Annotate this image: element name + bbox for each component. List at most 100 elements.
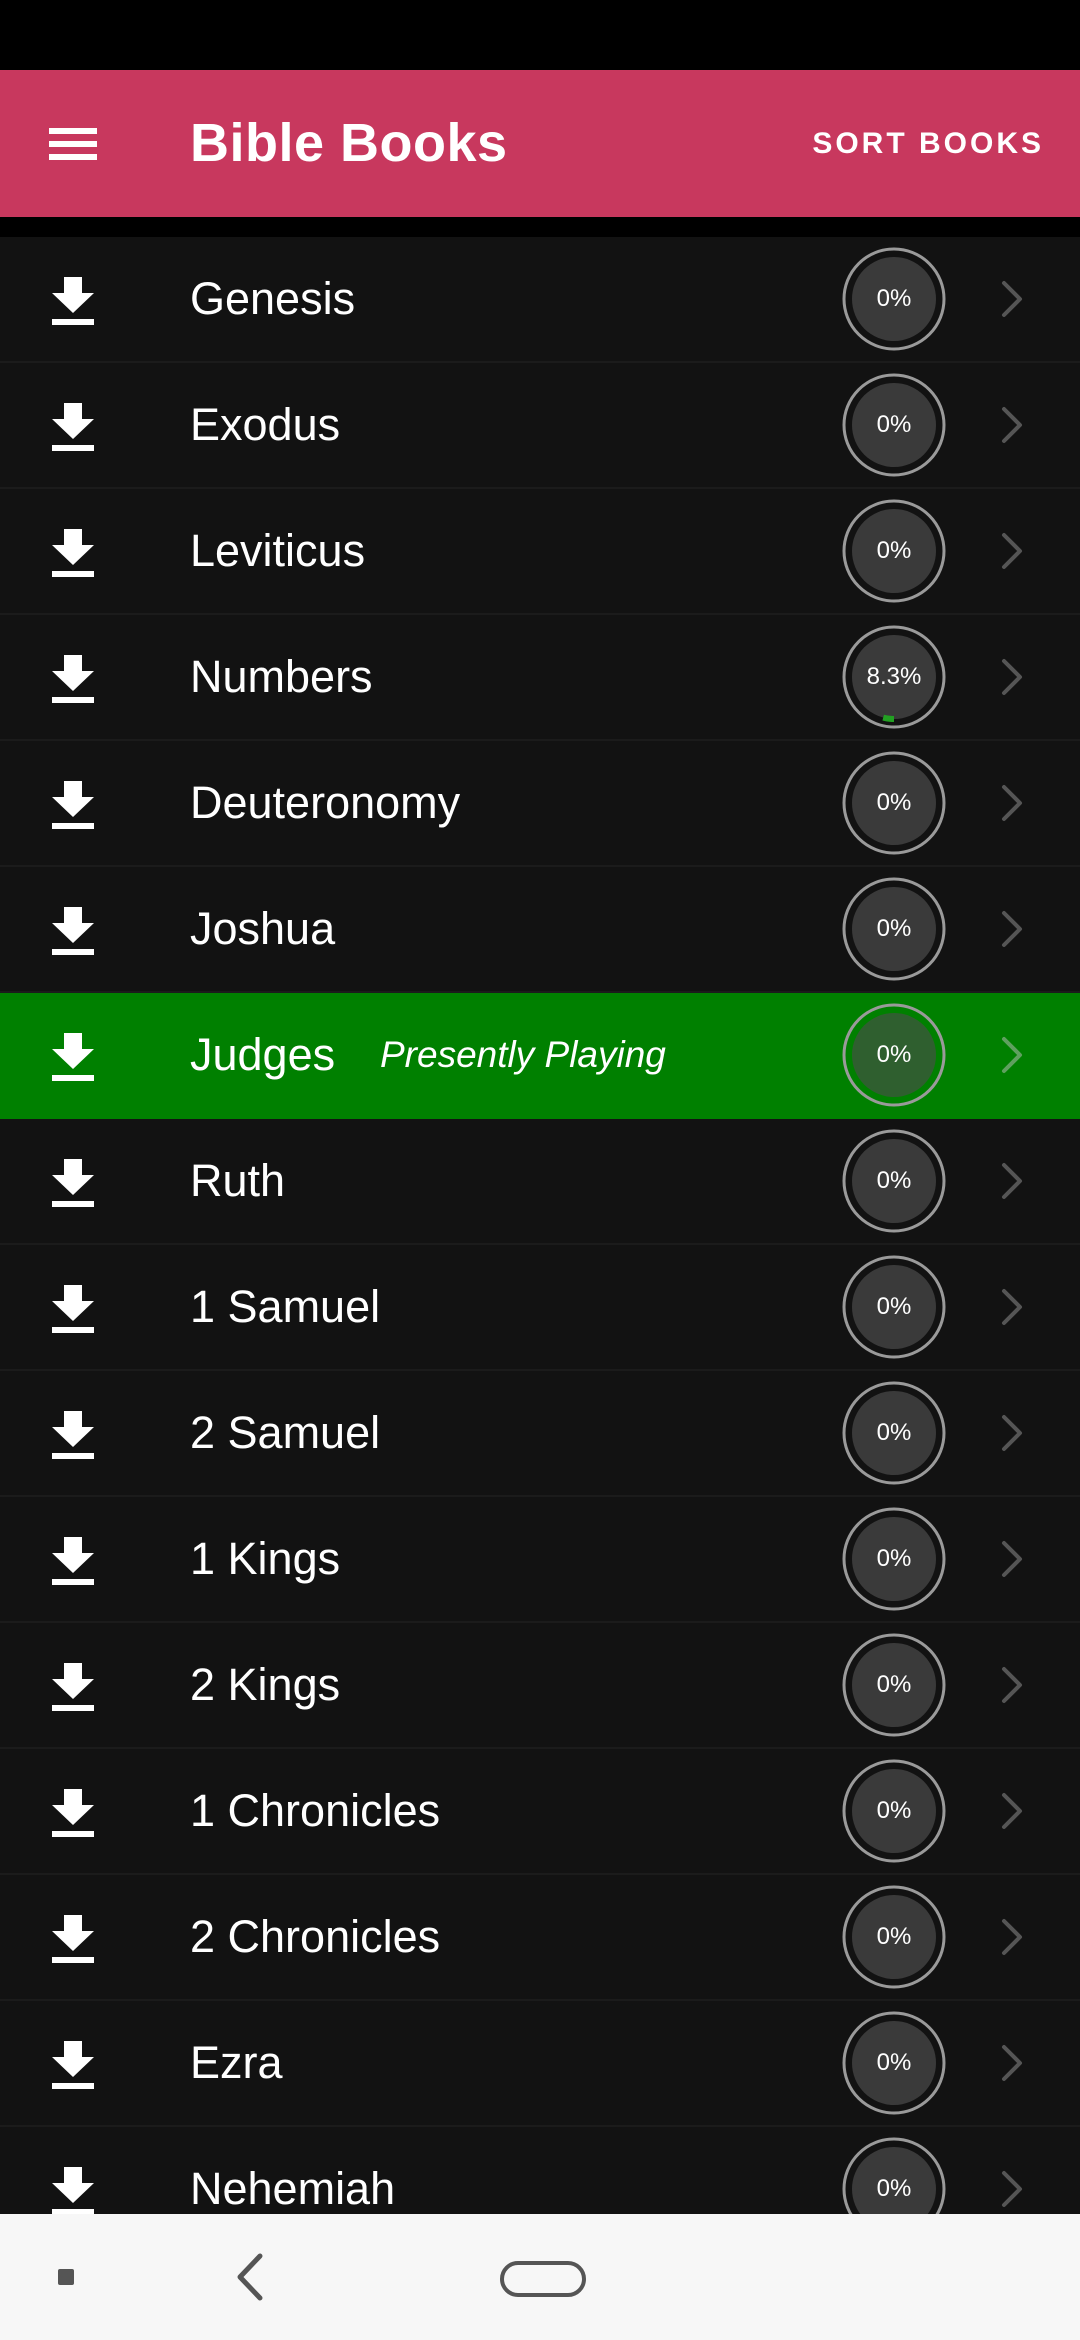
book-row[interactable]: Ruth 0% [0, 1119, 1080, 1245]
download-icon[interactable] [50, 2039, 96, 2089]
progress-ring[interactable]: 0% [842, 1129, 946, 1233]
chevron-right-icon[interactable] [996, 401, 1026, 449]
recents-icon[interactable] [58, 2269, 74, 2285]
progress-ring[interactable]: 0% [842, 1633, 946, 1737]
progress-value: 0% [876, 915, 912, 942]
chevron-right-icon[interactable] [996, 527, 1026, 575]
book-name: 2 Samuel [190, 1407, 381, 1458]
progress-value: 0% [876, 1797, 912, 1824]
system-nav-bar [0, 2214, 1080, 2340]
book-row[interactable]: Judges Presently Playing 0% [0, 993, 1080, 1119]
chevron-right-icon[interactable] [996, 779, 1026, 827]
progress-value: 0% [876, 1419, 912, 1446]
divider [0, 217, 1080, 237]
book-name: Joshua [190, 903, 336, 954]
download-icon[interactable] [50, 1157, 96, 1207]
download-icon[interactable] [50, 527, 96, 577]
book-row[interactable]: 2 Samuel 0% [0, 1371, 1080, 1497]
chevron-right-icon[interactable] [996, 275, 1026, 323]
progress-ring[interactable]: 0% [842, 2011, 946, 2115]
progress-ring[interactable]: 0% [842, 877, 946, 981]
download-icon[interactable] [50, 1283, 96, 1333]
chevron-right-icon[interactable] [996, 905, 1026, 953]
progress-value: 0% [876, 1041, 912, 1068]
book-row[interactable]: Joshua 0% [0, 867, 1080, 993]
progress-ring[interactable]: 0% [842, 373, 946, 477]
book-row[interactable]: Genesis 0% [0, 237, 1080, 363]
book-name: Leviticus [190, 525, 366, 576]
book-row[interactable]: Exodus 0% [0, 363, 1080, 489]
book-name: Judges [190, 1029, 336, 1080]
book-name: 1 Samuel [190, 1281, 381, 1332]
download-icon[interactable] [50, 1409, 96, 1459]
download-icon[interactable] [50, 1535, 96, 1585]
progress-value: 0% [876, 1545, 912, 1572]
status-bar [0, 0, 1080, 70]
progress-ring[interactable]: 0% [842, 1003, 946, 1107]
book-name: 2 Kings [190, 1659, 341, 1710]
book-row[interactable]: Deuteronomy 0% [0, 741, 1080, 867]
book-row[interactable]: Leviticus 0% [0, 489, 1080, 615]
chevron-right-icon[interactable] [996, 1913, 1026, 1961]
chevron-right-icon[interactable] [996, 1031, 1026, 1079]
progress-value: 0% [876, 789, 912, 816]
book-name: 1 Kings [190, 1533, 341, 1584]
progress-ring[interactable]: 0% [842, 751, 946, 855]
book-row[interactable]: 1 Kings 0% [0, 1497, 1080, 1623]
download-icon[interactable] [50, 779, 96, 829]
download-icon[interactable] [50, 1031, 96, 1081]
chevron-right-icon[interactable] [996, 1409, 1026, 1457]
progress-ring[interactable]: 0% [842, 1507, 946, 1611]
progress-ring[interactable]: 0% [842, 1885, 946, 1989]
chevron-right-icon[interactable] [996, 1157, 1026, 1205]
progress-value: 0% [876, 2049, 912, 2076]
download-icon[interactable] [50, 1913, 96, 1963]
chevron-right-icon[interactable] [996, 1787, 1026, 1835]
download-icon[interactable] [50, 905, 96, 955]
book-row[interactable]: Numbers 8.3% [0, 615, 1080, 741]
hamburger-menu-icon[interactable] [28, 100, 118, 187]
sort-books-button[interactable]: SORT BOOKS [812, 70, 1044, 217]
book-row[interactable]: 2 Kings 0% [0, 1623, 1080, 1749]
book-name: Deuteronomy [190, 777, 461, 828]
progress-ring[interactable]: 0% [842, 247, 946, 351]
book-name: Ezra [190, 2037, 283, 2088]
book-row[interactable]: 1 Samuel 0% [0, 1245, 1080, 1371]
progress-value: 8.3% [866, 663, 922, 690]
progress-value: 0% [876, 411, 912, 438]
progress-ring[interactable]: 0% [842, 1381, 946, 1485]
chevron-right-icon[interactable] [996, 2165, 1026, 2213]
book-name: Ruth [190, 1155, 286, 1206]
download-icon[interactable] [50, 1661, 96, 1711]
presently-playing-label: Presently Playing [380, 1034, 666, 1075]
progress-value: 0% [876, 285, 912, 312]
progress-value: 0% [876, 1923, 912, 1950]
chevron-right-icon[interactable] [996, 1535, 1026, 1583]
chevron-right-icon[interactable] [996, 1283, 1026, 1331]
book-name: 2 Chronicles [190, 1911, 441, 1962]
download-icon[interactable] [50, 401, 96, 451]
home-icon[interactable] [500, 2261, 586, 2297]
book-name: Exodus [190, 399, 341, 450]
download-icon[interactable] [50, 2165, 96, 2215]
chevron-right-icon[interactable] [996, 653, 1026, 701]
download-icon[interactable] [50, 1787, 96, 1837]
progress-value: 0% [876, 1293, 912, 1320]
progress-ring[interactable]: 0% [842, 1759, 946, 1863]
chevron-right-icon[interactable] [996, 1661, 1026, 1709]
progress-ring[interactable]: 0% [842, 499, 946, 603]
book-list[interactable]: Genesis 0% Exodus 0% Leviticus 0% Numbers 8.3% D… [0, 237, 1080, 2237]
progress-value: 0% [876, 1671, 912, 1698]
progress-ring[interactable]: 0% [842, 1255, 946, 1359]
download-icon[interactable] [50, 275, 96, 325]
back-icon[interactable] [230, 2250, 270, 2304]
book-row[interactable]: 2 Chronicles 0% [0, 1875, 1080, 2001]
book-row[interactable]: Ezra 0% [0, 2001, 1080, 2127]
progress-ring[interactable]: 8.3% [842, 625, 946, 729]
chevron-right-icon[interactable] [996, 2039, 1026, 2087]
book-row[interactable]: 1 Chronicles 0% [0, 1749, 1080, 1875]
book-name: 1 Chronicles [190, 1785, 441, 1836]
app-bar: Bible Books SORT BOOKS [0, 70, 1080, 217]
page-title: Bible Books [190, 113, 508, 173]
download-icon[interactable] [50, 653, 96, 703]
